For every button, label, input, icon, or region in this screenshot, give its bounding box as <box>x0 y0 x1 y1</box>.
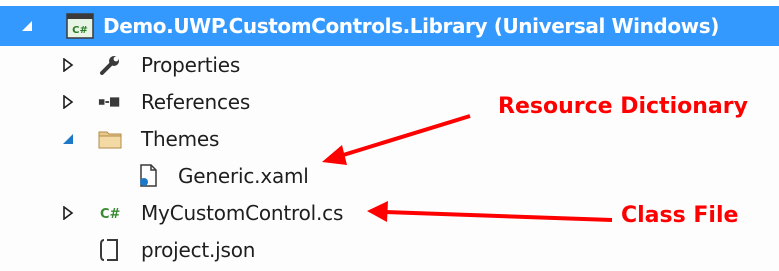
tree-item-label: Themes <box>141 126 220 151</box>
tree-item-properties[interactable]: Properties <box>0 46 779 83</box>
expanded-arrow-icon[interactable] <box>20 19 34 33</box>
expanded-arrow-icon[interactable] <box>61 132 75 146</box>
folder-icon <box>98 127 122 151</box>
solution-explorer-tree: C# Demo.UWP.CustomControls.Library (Univ… <box>0 0 779 271</box>
project-title: Demo.UWP.CustomControls.Library (Univers… <box>103 14 719 38</box>
csharp-file-icon: C# <box>100 201 124 225</box>
svg-text:C#: C# <box>72 25 88 36</box>
tree-item-generic-xaml[interactable]: Generic.xaml <box>0 157 779 194</box>
collapsed-arrow-icon[interactable] <box>61 57 75 72</box>
tree-item-label: Generic.xaml <box>178 163 309 188</box>
annotation-class-file: Class File <box>621 203 739 228</box>
references-icon <box>98 90 122 114</box>
collapsed-arrow-icon[interactable] <box>61 94 75 109</box>
tree-item-project-json[interactable]: project.json <box>0 231 779 268</box>
csharp-project-icon: C# <box>66 13 94 39</box>
svg-text:C#: C# <box>100 207 121 221</box>
tree-item-label: References <box>141 89 251 114</box>
xaml-file-icon <box>136 163 160 188</box>
tree-item-label: MyCustomControl.cs <box>141 200 344 225</box>
tree-item-label: project.json <box>141 237 256 262</box>
json-file-icon <box>98 238 122 262</box>
wrench-icon <box>98 53 122 77</box>
collapsed-arrow-icon[interactable] <box>61 205 75 220</box>
tree-item-label: Properties <box>141 52 241 77</box>
annotation-resource-dictionary: Resource Dictionary <box>498 94 748 119</box>
project-node[interactable]: C# Demo.UWP.CustomControls.Library (Univ… <box>0 6 779 46</box>
tree-item-themes[interactable]: Themes <box>0 120 779 157</box>
